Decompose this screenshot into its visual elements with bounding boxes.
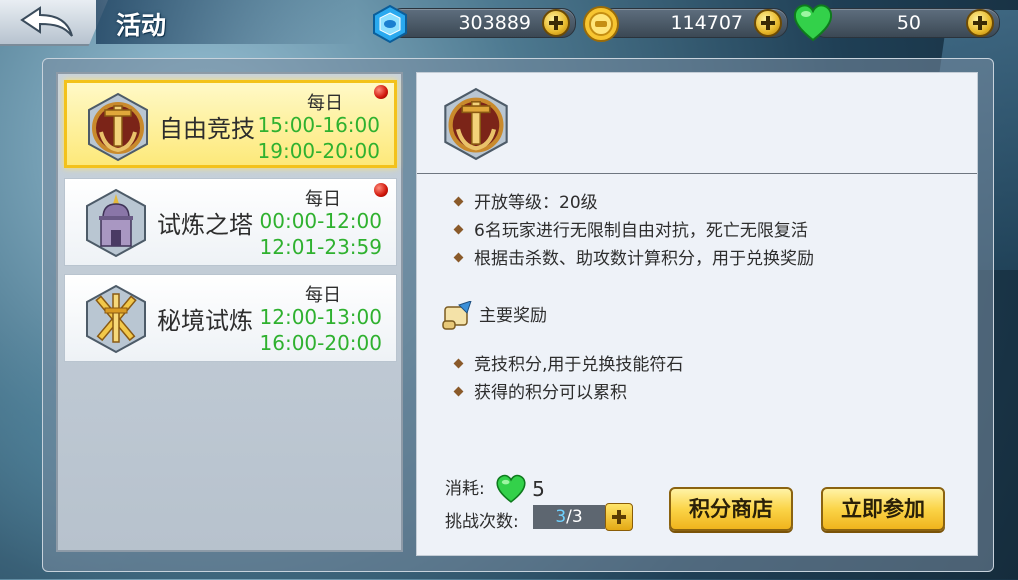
join-now-button[interactable]: 立即参加 [821,487,945,531]
tower-emblem-icon [86,188,146,258]
add-coin-button[interactable] [754,9,782,37]
coin-value: 114707 [670,12,743,34]
activity-frequency: 每日 [305,285,341,306]
bullet-icon [453,386,464,396]
activity-name: 秘境试炼 [157,307,253,335]
crystal-value: 303889 [458,12,531,34]
bullet-icon [453,358,464,368]
activity-time-1: 00:00-12:00 [259,209,383,233]
blue-crystal-icon [373,4,407,44]
page-title: 活动 [116,11,167,40]
activity-name: 自由竞技 [159,115,255,143]
cost-label: 消耗: [445,479,485,499]
points-shop-button[interactable]: 积分商店 [669,487,793,531]
activity-time-2: 19:00-20:00 [257,139,381,163]
info-list: 开放等级：20级 6名玩家进行无限制自由对抗，死亡无限复活 根据击杀数、助攻数计… [453,189,814,273]
reward-item: 获得的积分可以累积 [453,379,683,407]
cost-value: 5 [532,477,545,501]
activity-time-1: 15:00-16:00 [257,113,381,137]
notification-dot [374,85,388,99]
notification-dot [374,183,388,197]
bullet-icon [453,252,464,262]
crossed-swords-emblem-icon [86,284,146,354]
activity-time-2: 12:01-23:59 [259,235,383,259]
back-arrow-icon [20,6,73,37]
bullet-icon [453,196,464,206]
activity-frequency: 每日 [307,93,343,114]
activity-time-1: 12:00-13:00 [259,305,383,329]
tries-counter: 3/3 [533,505,605,529]
add-crystal-button[interactable] [542,9,570,37]
reward-item: 竞技积分,用于兑换技能符石 [453,351,683,379]
activity-detail-panel: 开放等级：20级 6名玩家进行无限制自由对抗，死亡无限复活 根据击杀数、助攻数计… [416,72,978,556]
activity-item-trial-tower[interactable]: 试炼之塔 每日 00:00-12:00 12:01-23:59 [64,178,397,266]
add-tries-button[interactable] [605,503,633,531]
green-heart-icon [793,4,833,42]
activity-frequency: 每日 [305,189,341,210]
info-item: 根据击杀数、助攻数计算积分，用于兑换奖励 [453,245,814,273]
tries-label: 挑战次数: [445,512,519,532]
stamina-value: 50 [896,12,921,34]
sword-emblem-icon [444,87,508,161]
sword-emblem-icon [88,92,148,162]
scroll-icon [442,301,472,330]
top-bar: 活动 303889 114707 50 [0,0,1018,48]
activity-item-secret-trial[interactable]: 秘境试炼 每日 12:00-13:00 16:00-20:00 [64,274,397,362]
green-heart-icon [496,474,526,503]
reward-list: 竞技积分,用于兑换技能符石 获得的积分可以累积 [453,351,683,407]
back-button[interactable] [0,0,108,46]
detail-header [417,73,977,174]
info-item: 6名玩家进行无限制自由对抗，死亡无限复活 [453,217,814,245]
info-item: 开放等级：20级 [453,189,814,217]
activity-name: 试炼之塔 [157,211,253,239]
cost-row: 消耗: 5 [445,473,545,505]
activity-item-free-arena[interactable]: 自由竞技 每日 15:00-16:00 19:00-20:00 [64,80,397,168]
reward-title: 主要奖励 [441,301,547,331]
activity-time-2: 16:00-20:00 [259,331,383,355]
add-stamina-button[interactable] [966,9,994,37]
bullet-icon [453,224,464,234]
gold-coin-icon [583,6,619,42]
